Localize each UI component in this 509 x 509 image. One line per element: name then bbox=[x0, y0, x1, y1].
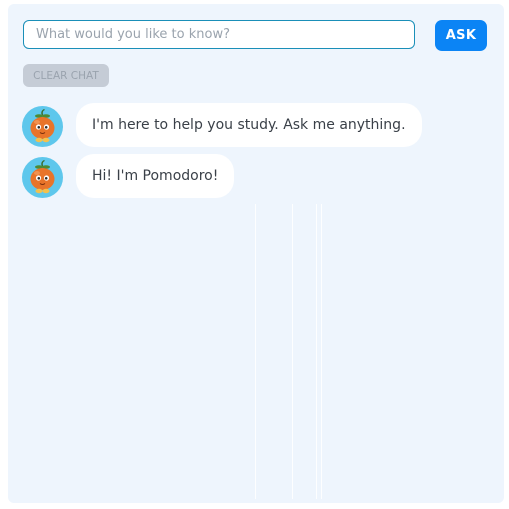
clear-chat-button[interactable]: CLEAR CHAT bbox=[23, 64, 109, 87]
background-streak bbox=[316, 204, 317, 499]
background-streak bbox=[321, 204, 322, 499]
background-streak bbox=[255, 204, 256, 499]
question-input[interactable] bbox=[24, 21, 414, 48]
message-bubble: Hi! I'm Pomodoro! bbox=[76, 154, 235, 198]
background-streak bbox=[292, 204, 293, 499]
question-input-wrapper bbox=[23, 20, 415, 49]
pomodoro-avatar-icon bbox=[22, 106, 63, 147]
chat-panel: ASK CLEAR CHAT I'm here to help you stud… bbox=[8, 4, 504, 503]
ask-button[interactable]: ASK bbox=[435, 20, 487, 51]
message-bubble: I'm here to help you study. Ask me anyth… bbox=[76, 103, 422, 147]
pomodoro-avatar-icon bbox=[22, 157, 63, 198]
